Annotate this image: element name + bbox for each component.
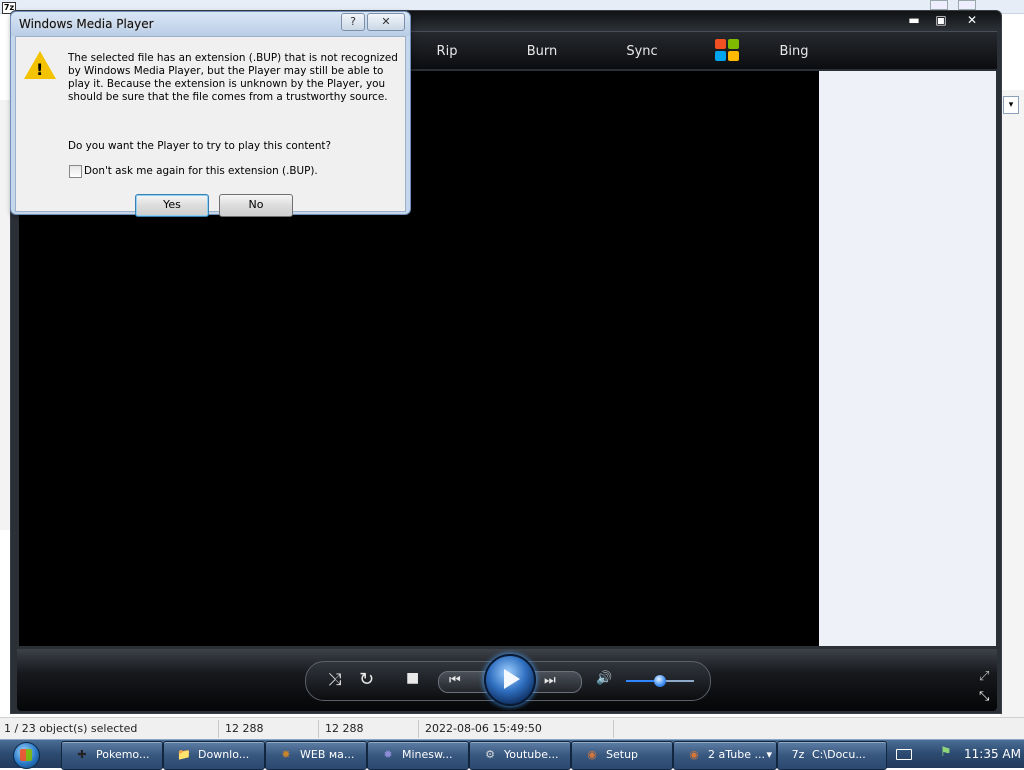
tab-rip[interactable]: Rip xyxy=(422,32,472,68)
dialog-titlebar[interactable]: Windows Media Player ? ✕ xyxy=(11,12,410,36)
address-dropdown-arrow-icon[interactable]: ▾ xyxy=(1003,96,1019,114)
dialog-title: Windows Media Player xyxy=(19,17,154,31)
mute-icon[interactable]: 🔊 xyxy=(596,671,612,686)
no-button[interactable]: No xyxy=(219,194,293,217)
taskbar-app-icon: 📁 xyxy=(177,748,191,761)
system-tray: ⚑ 11:35 AM xyxy=(888,740,1024,769)
status-packed-size: 12 288 xyxy=(325,722,364,735)
network-icon[interactable]: ⚑ xyxy=(940,746,954,760)
background-maximize-button[interactable] xyxy=(958,0,976,10)
volume-thumb[interactable] xyxy=(654,675,666,687)
taskbar-button-label: C:\Docu... xyxy=(812,748,866,761)
warning-exclamation: ! xyxy=(36,60,44,79)
taskbar-button-label: Downlo... xyxy=(198,748,250,761)
taskbar-app-icon: ◉ xyxy=(587,748,597,761)
status-modified: 2022-08-06 15:49:50 xyxy=(425,722,542,735)
taskbar-button[interactable]: ✚ Pokemo... xyxy=(61,741,163,770)
minimize-button[interactable]: ▬ xyxy=(901,12,927,28)
status-divider xyxy=(218,720,219,738)
previous-icon[interactable]: ⏮ xyxy=(449,673,461,688)
help-button[interactable]: ? xyxy=(341,13,365,31)
taskbar-app-icon: ⚙ xyxy=(485,748,495,761)
dialog-message: The selected file has an extension (.BUP… xyxy=(68,52,398,103)
status-divider xyxy=(418,720,419,738)
compact-view-icon[interactable]: ⤡ xyxy=(979,689,989,704)
close-button[interactable]: ✕ xyxy=(959,12,985,28)
taskbar-button-label: 2 aTube ... xyxy=(708,748,765,761)
stop-icon[interactable]: ■ xyxy=(406,670,419,686)
taskbar-group-dropdown-icon[interactable]: ▾ xyxy=(766,742,772,767)
status-selection: 1 / 23 object(s) selected xyxy=(4,722,138,735)
taskbar-app-icon: ◉ xyxy=(689,748,699,761)
taskbar-app-icon: 7z xyxy=(791,748,805,761)
taskbar-button-label: WEB ма... xyxy=(300,748,355,761)
play-button[interactable] xyxy=(484,654,536,706)
shuffle-icon[interactable]: ⤨ xyxy=(328,670,342,690)
status-size: 12 288 xyxy=(225,722,264,735)
taskbar-button[interactable]: ✸ WEB ма... xyxy=(265,741,367,770)
clock[interactable]: 11:35 AM xyxy=(964,747,1021,761)
maximize-button[interactable]: ▣ xyxy=(928,12,954,28)
status-divider xyxy=(613,720,614,738)
taskbar-app-icon: ✹ xyxy=(383,748,393,761)
repeat-icon[interactable]: ↻ xyxy=(359,669,374,690)
dont-ask-again-checkbox[interactable] xyxy=(69,165,82,178)
start-orb-icon xyxy=(13,742,40,769)
status-divider xyxy=(318,720,319,738)
taskbar: ✚ Pokemo... 📁 Downlo... ✸ WEB ма... ✹ Minesw...… xyxy=(0,739,1024,770)
dialog-question: Do you want the Player to try to play th… xyxy=(68,140,332,152)
taskbar-button[interactable]: ◉ Setup xyxy=(571,741,673,770)
background-window-right-pane xyxy=(1000,90,1024,720)
next-icon[interactable]: ⏭ xyxy=(544,673,556,688)
keyboard-icon[interactable] xyxy=(896,749,912,760)
playback-controls-bar: ⤨ ↻ ■ ⏮ ⏭ 🔊 ⤢ ⤡ xyxy=(17,649,997,711)
taskbar-button-label: Pokemo... xyxy=(96,748,150,761)
windows-flag-icon[interactable] xyxy=(715,39,741,63)
taskbar-button-label: Minesw... xyxy=(402,748,453,761)
tab-burn[interactable]: Burn xyxy=(517,32,567,68)
taskbar-button-label: Setup xyxy=(606,748,639,761)
volume-slider[interactable] xyxy=(626,675,694,687)
taskbar-button[interactable]: 📁 Downlo... xyxy=(163,741,265,770)
switch-to-now-playing-icon[interactable]: ⤢ xyxy=(979,669,989,684)
dialog-body: ! The selected file has an extension (.B… xyxy=(15,36,406,217)
tab-bing[interactable]: Bing xyxy=(769,32,819,68)
background-minimize-button[interactable] xyxy=(930,0,948,10)
taskbar-button[interactable]: ◉ 2 aTube ... ▾ xyxy=(673,741,777,770)
unknown-extension-dialog: Windows Media Player ? ✕ ! The selected … xyxy=(10,11,411,217)
taskbar-button[interactable]: 7z C:\Docu... xyxy=(777,741,887,770)
dialog-close-button[interactable]: ✕ xyxy=(367,13,405,31)
dont-ask-again-label[interactable]: Don't ask me again for this extension (.… xyxy=(84,165,318,177)
taskbar-button[interactable]: ✹ Minesw... xyxy=(367,741,469,770)
tab-sync[interactable]: Sync xyxy=(617,32,667,68)
transport-controls: ⤨ ↻ ■ ⏮ ⏭ 🔊 xyxy=(305,654,711,706)
list-pane[interactable] xyxy=(819,71,996,646)
taskbar-button[interactable]: ⚙ Youtube... xyxy=(469,741,571,770)
taskbar-button-label: Youtube... xyxy=(504,748,559,761)
yes-button[interactable]: Yes xyxy=(135,194,209,217)
taskbar-app-icon: ✸ xyxy=(281,748,291,761)
play-icon xyxy=(504,669,520,689)
start-button[interactable] xyxy=(3,740,47,769)
taskbar-app-icon: ✚ xyxy=(77,748,87,761)
status-bar: 1 / 23 object(s) selected 12 288 12 288 … xyxy=(0,717,1024,739)
